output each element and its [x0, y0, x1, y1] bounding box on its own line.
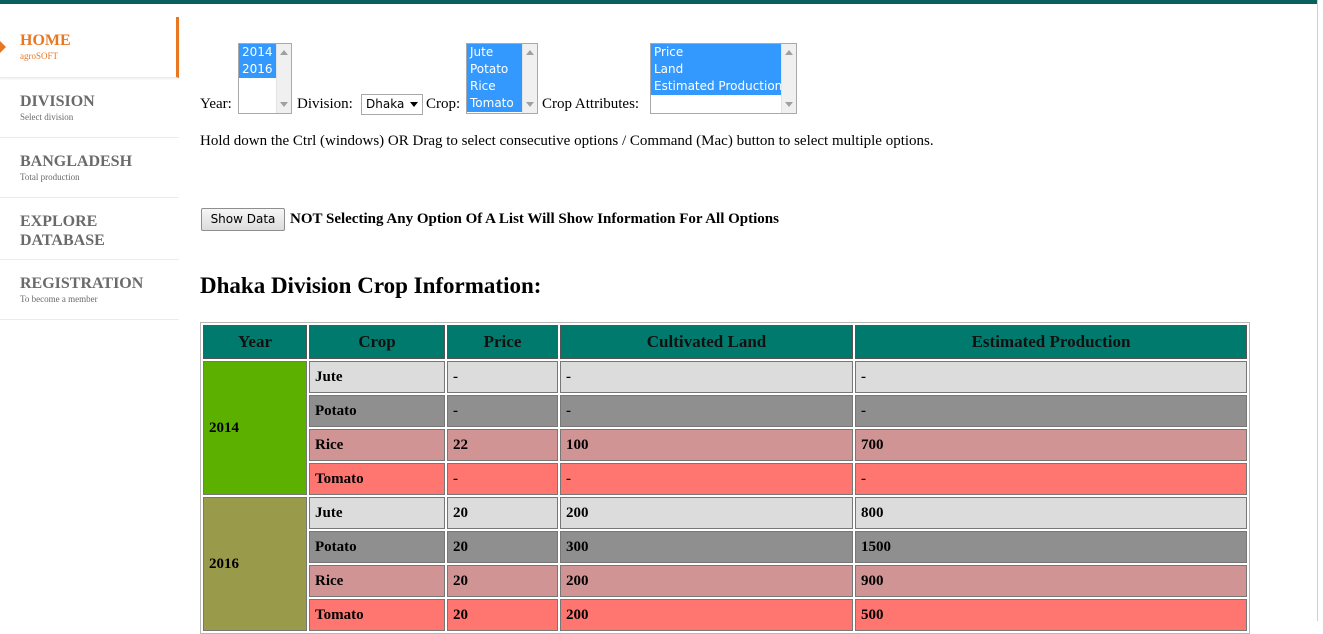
crop-cell: Potato [309, 531, 445, 563]
land-cell: 200 [560, 497, 853, 529]
show-data-button[interactable]: Show Data [201, 208, 285, 231]
production-cell: - [855, 361, 1247, 393]
nav-title: BANGLADESH [20, 153, 133, 170]
crop-cell: Rice [309, 565, 445, 597]
crop-cell: Tomato [309, 463, 445, 495]
table-row: Potato - - - [203, 395, 1247, 427]
year-cell: 2014 [203, 361, 307, 495]
nav-bangladesh[interactable]: BANGLADESH Total production [0, 138, 179, 198]
price-cell: 20 [447, 497, 558, 529]
table-row: Potato 20 300 1500 [203, 531, 1247, 563]
column-header: Cultivated Land [560, 325, 853, 359]
page-title: Dhaka Division Crop Information: [200, 273, 542, 298]
top-bar [0, 0, 1317, 4]
crop-cell: Jute [309, 361, 445, 393]
scroll-down-icon[interactable] [526, 102, 534, 107]
price-cell: 20 [447, 565, 558, 597]
land-cell: 200 [560, 599, 853, 631]
land-cell: - [560, 463, 853, 495]
crop-cell: Tomato [309, 599, 445, 631]
column-header: Price [447, 325, 558, 359]
scroll-up-icon[interactable] [280, 50, 288, 55]
attribute-option[interactable]: Estimated Production [651, 78, 796, 95]
listbox-scrollbar[interactable] [276, 44, 291, 113]
table-row: Rice 20 200 900 [203, 565, 1247, 597]
nav-home[interactable]: HOME agroSOFT [0, 17, 179, 78]
year-listbox[interactable]: 2014 2016 [238, 43, 292, 114]
nav-subtitle: To become a member [20, 294, 98, 304]
selection-hint: Hold down the Ctrl (windows) OR Drag to … [200, 133, 934, 149]
production-cell: - [855, 395, 1247, 427]
land-cell: 100 [560, 429, 853, 461]
production-cell: 500 [855, 599, 1247, 631]
crop-label: Crop: [426, 96, 461, 112]
nav-subtitle: agroSOFT [20, 51, 58, 61]
price-cell: - [447, 463, 558, 495]
column-header: Estimated Production [855, 325, 1247, 359]
table-header-row: Year Crop Price Cultivated Land Estimate… [203, 325, 1247, 359]
selection-note: NOT Selecting Any Option Of A List Will … [290, 211, 779, 227]
active-arrow-icon [0, 41, 6, 53]
column-header: Year [203, 325, 307, 359]
attributes-listbox[interactable]: Price Land Estimated Production [650, 43, 797, 114]
price-cell: - [447, 395, 558, 427]
crop-cell: Potato [309, 395, 445, 427]
division-value: Dhaka [366, 97, 405, 111]
scroll-up-icon[interactable] [785, 50, 793, 55]
production-cell: 900 [855, 565, 1247, 597]
nav-title: DIVISION [20, 93, 95, 110]
table-row: 2016 Jute 20 200 800 [203, 497, 1247, 631]
attribute-option[interactable]: Price [651, 44, 796, 61]
division-select[interactable]: Dhaka [361, 94, 423, 115]
production-cell: 1500 [855, 531, 1247, 563]
window-edge [1317, 0, 1323, 621]
price-cell: 22 [447, 429, 558, 461]
listbox-scrollbar[interactable] [522, 44, 537, 113]
price-cell: 20 [447, 599, 558, 631]
crop-listbox[interactable]: Jute Potato Rice Tomato [466, 43, 538, 114]
price-cell: 20 [447, 531, 558, 563]
nav-subtitle: Select division [20, 112, 74, 122]
nav-registration[interactable]: REGISTRATION To become a member [0, 260, 179, 320]
production-cell: 700 [855, 429, 1247, 461]
nav-title: HOME [20, 32, 71, 49]
division-label: Division: [297, 96, 353, 112]
attribute-option[interactable]: Land [651, 61, 796, 78]
price-cell: - [447, 361, 558, 393]
land-cell: 300 [560, 531, 853, 563]
production-cell: - [855, 463, 1247, 495]
land-cell: - [560, 395, 853, 427]
scroll-down-icon[interactable] [280, 102, 288, 107]
sidebar: HOME agroSOFT DIVISION Select division B… [0, 17, 179, 320]
nav-subtitle: Total production [20, 172, 80, 182]
attributes-label: Crop Attributes: [542, 96, 640, 112]
production-cell: 800 [855, 497, 1247, 529]
land-cell: - [560, 361, 853, 393]
nav-title: EXPLORE DATABASE [20, 213, 105, 249]
crop-table: Year Crop Price Cultivated Land Estimate… [200, 322, 1250, 634]
crop-cell: Rice [309, 429, 445, 461]
column-header: Crop [309, 325, 445, 359]
table-row: Tomato 20 200 500 [203, 599, 1247, 631]
table-row: Rice 22 100 700 [203, 429, 1247, 461]
nav-title: REGISTRATION [20, 275, 144, 292]
crop-cell: Jute [309, 497, 445, 529]
table-row: Tomato - - - [203, 463, 1247, 495]
nav-explore-database[interactable]: EXPLORE DATABASE [0, 198, 179, 260]
scroll-down-icon[interactable] [785, 102, 793, 107]
year-label: Year: [200, 96, 232, 112]
nav-division[interactable]: DIVISION Select division [0, 78, 179, 138]
land-cell: 200 [560, 565, 853, 597]
listbox-scrollbar[interactable] [781, 44, 796, 113]
scroll-up-icon[interactable] [526, 50, 534, 55]
table-row: 2014 Jute - - - [203, 361, 1247, 495]
year-cell: 2016 [203, 497, 307, 631]
chevron-down-icon [410, 102, 418, 107]
